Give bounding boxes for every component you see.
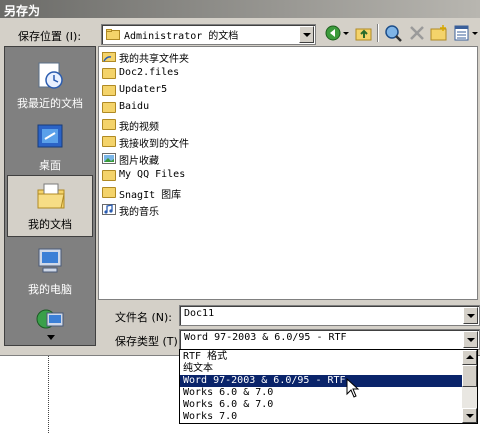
filename-input[interactable]: Doc11 bbox=[179, 305, 480, 326]
save-location-dropdown-button[interactable] bbox=[299, 26, 314, 43]
filetype-dropdown-button[interactable] bbox=[463, 331, 478, 348]
place-label: 我的电脑 bbox=[28, 283, 72, 296]
place-my-documents[interactable]: 我的文档 bbox=[7, 175, 93, 237]
toolbar-separator bbox=[377, 24, 379, 42]
back-icon[interactable] bbox=[324, 24, 342, 42]
scroll-down-button[interactable] bbox=[462, 408, 477, 423]
file-name: Updater5 bbox=[119, 84, 168, 95]
dropdown-option[interactable]: Works 7.0 bbox=[180, 411, 466, 423]
filetype-select[interactable]: Word 97-2003 & 6.0/95 - RTF bbox=[179, 329, 480, 350]
my-documents-icon bbox=[37, 183, 65, 209]
dropdown-option[interactable]: Works 6.0 & 7.0 bbox=[180, 387, 466, 399]
places-bar: 我最近的文档 桌面 我的文档 我的电脑 bbox=[4, 46, 96, 346]
search-web-icon[interactable] bbox=[384, 24, 402, 42]
file-name: 图片收藏 bbox=[119, 156, 159, 167]
dropdown-option-selected[interactable]: Word 97-2003 & 6.0/95 - RTF bbox=[180, 375, 466, 387]
dropdown-scrollbar[interactable] bbox=[462, 350, 477, 423]
scroll-thumb[interactable] bbox=[462, 365, 477, 387]
title-bar[interactable]: 另存为 bbox=[0, 0, 480, 18]
file-name: My QQ Files bbox=[119, 169, 186, 180]
window-title: 另存为 bbox=[4, 4, 41, 18]
tree-guide-line bbox=[48, 356, 49, 433]
shared-folder-icon bbox=[102, 52, 116, 62]
file-name: Doc2.files bbox=[119, 67, 180, 78]
file-name: 我的视频 bbox=[119, 122, 159, 133]
folder-icon bbox=[102, 119, 116, 130]
file-name: 我的音乐 bbox=[119, 207, 159, 218]
folder-icon bbox=[102, 187, 116, 198]
save-location-label: 保存位置 (I): bbox=[18, 30, 82, 43]
place-label: 桌面 bbox=[39, 159, 61, 172]
filetype-dropdown-list[interactable]: RTF 格式 纯文本 Word 97-2003 & 6.0/95 - RTF W… bbox=[179, 349, 478, 424]
back-dropdown-icon[interactable] bbox=[342, 24, 350, 42]
filename-label: 文件名 (N): bbox=[115, 311, 173, 324]
my-computer-icon bbox=[38, 248, 62, 273]
place-network[interactable] bbox=[7, 303, 93, 343]
network-places-icon bbox=[36, 309, 64, 329]
mouse-cursor-icon bbox=[346, 378, 360, 398]
recent-documents-icon bbox=[38, 62, 63, 89]
delete-icon[interactable] bbox=[408, 24, 426, 42]
new-folder-icon[interactable] bbox=[430, 24, 448, 42]
folder-icon bbox=[102, 136, 116, 147]
pictures-folder-icon bbox=[102, 153, 116, 164]
place-desktop[interactable]: 桌面 bbox=[7, 117, 93, 177]
filetype-label: 保存类型 (T): bbox=[115, 335, 182, 348]
file-name: SnagIt 图库 bbox=[119, 190, 182, 201]
dropdown-option[interactable]: Works 6.0 & 7.0 bbox=[180, 399, 466, 411]
file-list[interactable]: 我的共享文件夹 Doc2.files Updater5 Baidu 我的视频 我… bbox=[98, 46, 478, 300]
folder-icon bbox=[102, 102, 116, 113]
folder-icon bbox=[106, 29, 120, 40]
music-folder-icon bbox=[102, 204, 116, 215]
scroll-down-arrow-icon[interactable] bbox=[47, 335, 55, 341]
file-name: 我的共享文件夹 bbox=[119, 54, 189, 65]
filetype-value: Word 97-2003 & 6.0/95 - RTF bbox=[184, 332, 347, 343]
filename-value: Doc11 bbox=[184, 308, 215, 319]
folder-icon bbox=[102, 68, 116, 79]
save-location-combo[interactable]: Administrator 的文档 bbox=[101, 24, 316, 45]
folder-icon bbox=[102, 85, 116, 96]
dropdown-option[interactable]: RTF 格式 bbox=[180, 351, 466, 363]
place-recent-documents[interactable]: 我最近的文档 bbox=[7, 55, 93, 115]
place-label: 我的文档 bbox=[28, 218, 72, 231]
scroll-up-button[interactable] bbox=[462, 350, 477, 365]
place-my-computer[interactable]: 我的电脑 bbox=[7, 241, 93, 301]
filename-dropdown-button[interactable] bbox=[463, 307, 478, 324]
file-name: 我接收到的文件 bbox=[119, 139, 189, 150]
desktop-icon bbox=[37, 124, 63, 148]
save-location-value: Administrator 的文档 bbox=[124, 31, 239, 42]
views-dropdown-icon[interactable] bbox=[471, 24, 479, 42]
file-name: Baidu bbox=[119, 101, 150, 112]
save-as-dialog: 另存为 保存位置 (I): Administrator 的文档 我最近的文档 桌… bbox=[0, 0, 480, 356]
place-label: 我最近的文档 bbox=[17, 97, 83, 110]
folder-icon bbox=[102, 170, 116, 181]
dropdown-option[interactable]: 纯文本 bbox=[180, 363, 466, 375]
views-icon[interactable] bbox=[454, 24, 472, 42]
up-folder-icon[interactable] bbox=[355, 24, 373, 42]
